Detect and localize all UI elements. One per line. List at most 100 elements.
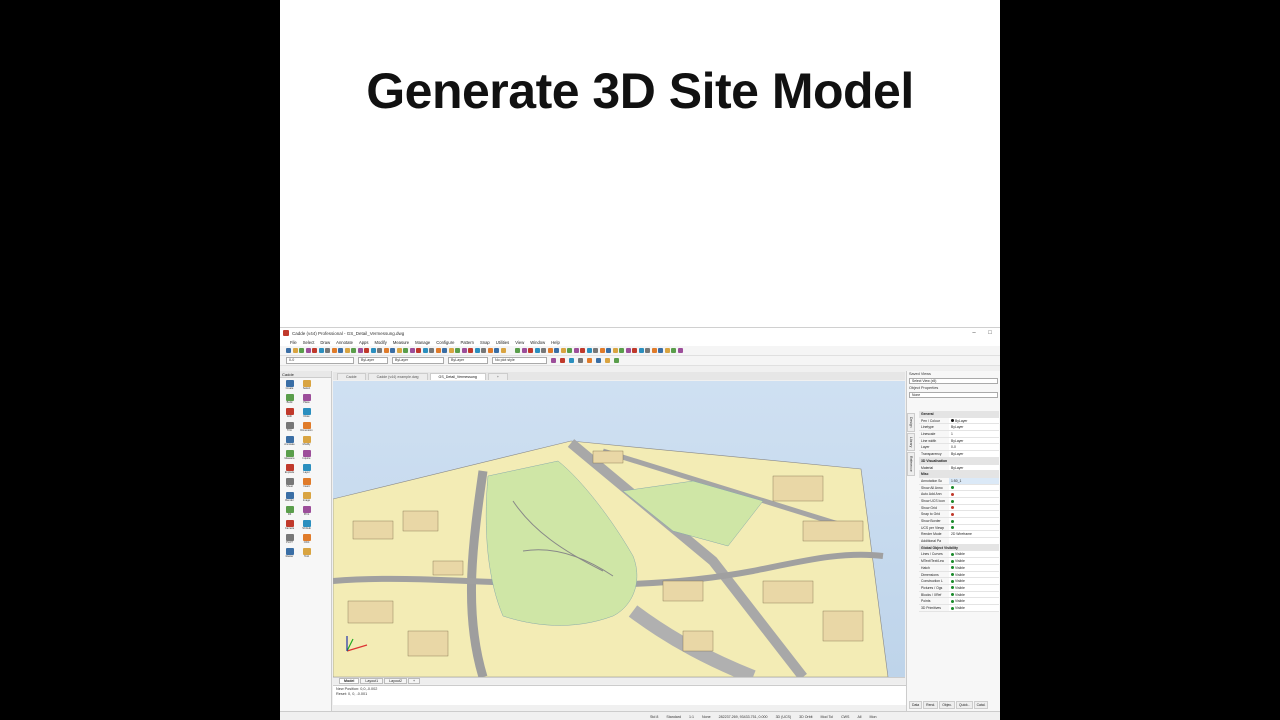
toolbar-tool-icon[interactable]: [632, 348, 637, 353]
toolbar-tool-icon[interactable]: [658, 348, 663, 353]
toolbox-tool-measure[interactable]: Measure: [282, 450, 297, 462]
status-item[interactable]: Mon: [869, 715, 876, 719]
property-row[interactable]: Dimensions Visible: [919, 571, 999, 579]
toolbox-tool-plot[interactable]: PLOT: [282, 534, 297, 546]
toolbar-tool-icon[interactable]: [573, 348, 579, 353]
toolbar-tool-icon[interactable]: [614, 357, 619, 363]
toolbar-tool-icon[interactable]: [487, 348, 493, 353]
toolbar-tool-icon[interactable]: [448, 348, 454, 353]
toolbar-tool-icon[interactable]: [481, 348, 486, 353]
toolbar-tool-icon[interactable]: [500, 348, 506, 353]
menu-item-snap[interactable]: Snap: [480, 340, 490, 345]
property-row[interactable]: Hatch Visible: [919, 564, 999, 572]
toolbar-tool-icon[interactable]: [344, 348, 350, 353]
property-value[interactable]: 0-0: [949, 444, 999, 451]
property-value[interactable]: ByLayer: [949, 451, 999, 457]
property-row[interactable]: Construction L Visible: [919, 578, 999, 585]
menu-item-configure[interactable]: Configure: [436, 340, 454, 345]
status-item[interactable]: CWS: [841, 715, 849, 719]
property-value[interactable]: Visible: [949, 584, 999, 591]
status-item[interactable]: Standard: [666, 715, 681, 719]
property-row[interactable]: Snap to Grid: [919, 511, 999, 518]
toolbar-tool-icon[interactable]: [560, 348, 566, 353]
menu-item-pattern[interactable]: Pattern: [460, 340, 474, 345]
toolbox-tool-modify[interactable]: Modify: [299, 436, 314, 448]
property-value[interactable]: Visible: [949, 558, 999, 564]
toolbox-tool-camera[interactable]: Camera: [282, 520, 297, 532]
side-tab-library[interactable]: Library: [907, 432, 915, 451]
toolbar-tool-icon[interactable]: [554, 348, 559, 353]
toolbar-tool-icon[interactable]: [551, 357, 556, 363]
property-value[interactable]: [949, 518, 999, 524]
toolbar-tool-icon[interactable]: [547, 348, 553, 353]
toolbar-tool-icon[interactable]: [619, 348, 624, 353]
toolbar-tool-icon[interactable]: [318, 348, 324, 353]
minimize-button[interactable]: –: [966, 328, 982, 338]
menu-item-draw[interactable]: Draw: [320, 340, 330, 345]
toolbar-tool-icon[interactable]: [403, 348, 408, 353]
toolbar-tool-icon[interactable]: [292, 348, 298, 353]
property-row[interactable]: Pictures / Ogs Visible: [919, 584, 999, 592]
menu-item-modify[interactable]: Modify: [374, 340, 386, 345]
toolbar-tool-icon[interactable]: [605, 357, 610, 363]
toolbox-tool-layer[interactable]: Layer: [299, 464, 314, 476]
menu-item-view[interactable]: View: [515, 340, 524, 345]
property-row[interactable]: Transparency ByLayer: [919, 451, 999, 458]
property-row[interactable]: Linescale 1: [919, 431, 999, 438]
toolbox-tool-sheet[interactable]: Sheet: [282, 478, 297, 490]
property-row[interactable]: Show Border: [919, 518, 999, 525]
toolbar-tool-icon[interactable]: [638, 348, 644, 353]
property-value[interactable]: 1: [949, 431, 999, 437]
toolbar-tool-icon[interactable]: [534, 348, 540, 353]
toolbar-tool-icon[interactable]: [599, 348, 605, 353]
status-item[interactable]: All: [857, 715, 861, 719]
toolbox-tool-place[interactable]: Place: [299, 394, 314, 406]
toolbar-tool-icon[interactable]: [612, 348, 618, 353]
lineweight-combo[interactable]: ByLayer: [448, 357, 488, 364]
status-item[interactable]: Mod Tol: [821, 715, 834, 719]
toolbar-tool-icon[interactable]: [468, 348, 473, 353]
doc-tab-active[interactable]: GS_Detail_Vermessung: [429, 373, 486, 380]
property-value[interactable]: Visible: [949, 571, 999, 578]
toolbar-tool-icon[interactable]: [528, 348, 533, 353]
toolbar-tool-icon[interactable]: [651, 348, 657, 353]
property-value[interactable]: [949, 511, 999, 517]
doc-tab-start[interactable]: Cadde: [337, 373, 366, 380]
toolbar-tool-icon[interactable]: [396, 348, 402, 353]
menu-item-select[interactable]: Select: [303, 340, 315, 345]
toolbox-tool-trim[interactable]: Trim: [282, 422, 297, 434]
property-row[interactable]: MText/Text/Lea Visible: [919, 558, 999, 565]
side-tab-design[interactable]: Design: [907, 413, 915, 432]
toolbar-tool-icon[interactable]: [357, 348, 363, 353]
toolbar-tool-icon[interactable]: [429, 348, 434, 353]
object-properties-select[interactable]: None: [909, 392, 998, 398]
toolbar-tool-icon[interactable]: [645, 348, 650, 353]
saved-views-select[interactable]: Select View (x5): [909, 378, 998, 384]
toolbox-tool-build[interactable]: Build: [282, 394, 297, 406]
toolbar-tool-icon[interactable]: [383, 348, 389, 353]
toolbar-tool-icon[interactable]: [671, 348, 676, 353]
toolbox-tool-draw[interactable]: Draw: [299, 408, 314, 420]
property-value[interactable]: Visible: [949, 578, 999, 584]
3d-viewport[interactable]: [333, 381, 905, 677]
toolbar-tool-icon[interactable]: [299, 348, 304, 353]
toolbar-tool-icon[interactable]: [593, 348, 598, 353]
property-row[interactable]: Show UCS Icon: [919, 497, 999, 505]
toolbox-tool-render[interactable]: Render: [282, 492, 297, 504]
toolbar-tool-icon[interactable]: [586, 348, 592, 353]
toolbar-tool-icon[interactable]: [325, 348, 330, 353]
property-row[interactable]: Lines / Curves Visible: [919, 551, 999, 559]
toolbar-tool-icon[interactable]: [338, 348, 343, 353]
property-row[interactable]: Line width ByLayer: [919, 437, 999, 445]
toolbar-tool-icon[interactable]: [377, 348, 382, 353]
status-item[interactable]: None: [702, 715, 711, 719]
toolbar-tool-icon[interactable]: [515, 348, 520, 353]
property-value[interactable]: Visible: [949, 564, 999, 571]
property-value[interactable]: 2D Wireframe: [949, 531, 999, 538]
toolbar-tool-icon[interactable]: [312, 348, 317, 353]
toolbox-tool-scale[interactable]: SCALE: [299, 520, 314, 532]
toolbar-tool-icon[interactable]: [455, 348, 460, 353]
property-value[interactable]: ByLayer: [949, 424, 999, 431]
property-value[interactable]: 1:50_1: [949, 477, 999, 484]
property-row[interactable]: Render Mode 2D Wireframe: [919, 531, 999, 539]
